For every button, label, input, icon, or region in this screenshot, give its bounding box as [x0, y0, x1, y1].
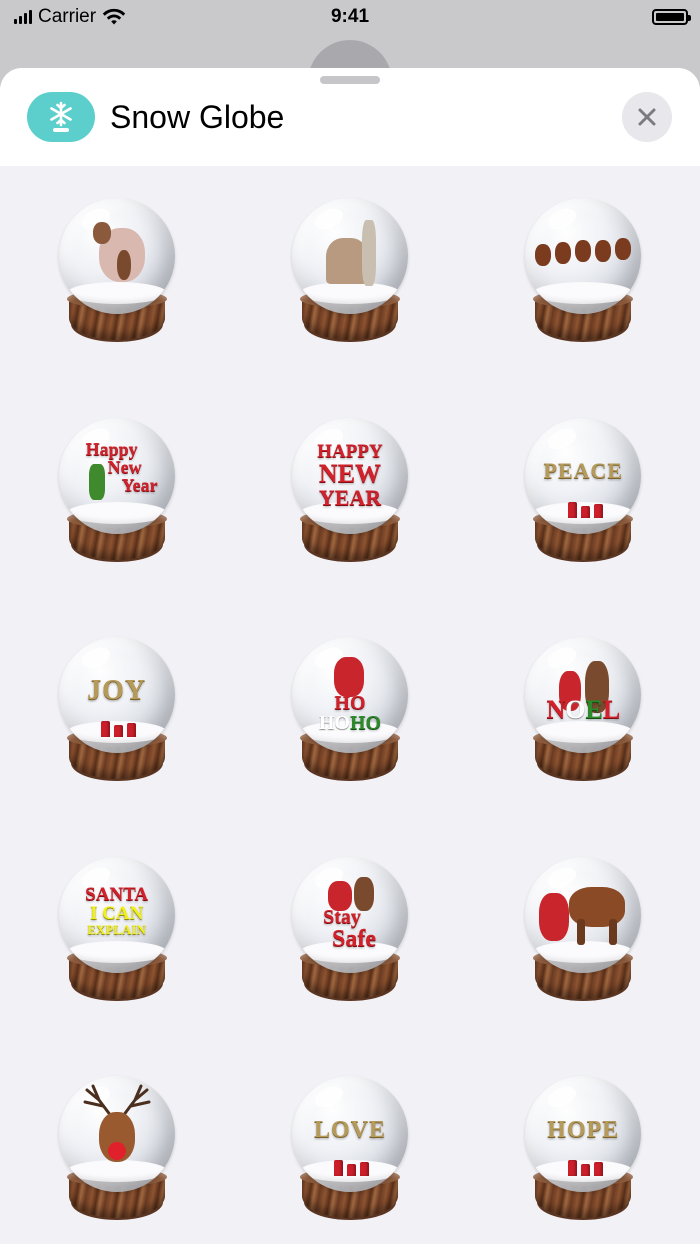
sticker-hope[interactable]: HOPE: [467, 1076, 700, 1244]
sticker-noel[interactable]: NOEL: [467, 637, 700, 857]
sheet-grabber[interactable]: [320, 76, 380, 84]
sheet-header: Snow Globe: [0, 68, 700, 166]
app-title: Snow Globe: [110, 99, 285, 135]
sticker-love[interactable]: LOVE: [233, 1076, 466, 1244]
sticker-happy-new-year-elf[interactable]: Happy New Year: [0, 417, 233, 638]
sticker-rudolph[interactable]: [0, 1076, 233, 1244]
battery-icon: [652, 9, 691, 25]
sticker-stay-safe[interactable]: Stay Safe: [233, 856, 466, 1077]
sticker-grid: Happy New Year HAPPY NEW YEAR PEACE JOY …: [0, 166, 700, 1244]
close-button[interactable]: [622, 92, 672, 142]
sticker-nutcracker[interactable]: [233, 198, 466, 418]
clock: 9:41: [330, 6, 370, 27]
sticker-santa-ho-ho[interactable]: HO HOHO: [233, 637, 466, 857]
sticker-happy-new-year[interactable]: HAPPY NEW YEAR: [233, 417, 466, 638]
sticker-sleigh-reindeer[interactable]: [467, 198, 700, 418]
snowflake-icon: [27, 92, 95, 142]
sticker-sheet: Snow Globe Happy New Year HAPPY NEW YEAR…: [0, 68, 700, 1244]
sticker-peace[interactable]: PEACE: [467, 417, 700, 638]
sticker-santa-and-reindeer[interactable]: [467, 856, 700, 1077]
status-bar: Carrier 9:41: [0, 0, 700, 36]
sticker-santa-i-can-explain[interactable]: SANTA I CAN EXPLAIN: [0, 856, 233, 1077]
sticker-reindeer-family[interactable]: [0, 198, 233, 418]
sticker-joy[interactable]: JOY: [0, 637, 233, 857]
close-icon: [638, 108, 656, 126]
